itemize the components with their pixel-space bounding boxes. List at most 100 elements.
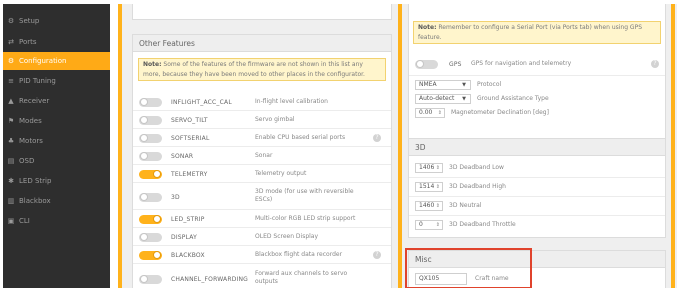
gps-toggle[interactable]	[415, 59, 438, 69]
feature-toggle[interactable]	[139, 250, 162, 260]
note-label: Note:	[418, 24, 437, 31]
feature-toggle[interactable]	[139, 232, 162, 242]
sidebar-item-led-strip[interactable]: ✱ LED Strip	[3, 172, 110, 190]
feature-row-servo-tilt: SERVO_TILT Servo gimbal	[139, 115, 389, 125]
sidebar-item-label: Configuration	[19, 57, 67, 65]
ground-assistance-select[interactable]: Auto-detect ▼	[415, 94, 471, 104]
gps-protocol-label: Protocol	[477, 81, 502, 88]
input-value: 0.00	[419, 109, 433, 116]
feature-row-sonar: SONAR Sonar	[139, 151, 389, 161]
feature-desc: Multi-color RGB LED strip support	[255, 215, 356, 222]
feature-toggle[interactable]	[139, 151, 162, 161]
chevron-down-icon: ▼	[462, 96, 466, 102]
input-value: 1514	[419, 183, 435, 190]
feature-toggle[interactable]	[139, 133, 162, 143]
note-label: Note:	[143, 61, 162, 68]
select-value: NMEA	[419, 81, 437, 88]
terminal-icon: ▣	[7, 217, 15, 225]
neutral-label: 3D Neutral	[449, 202, 482, 209]
neutral-input[interactable]: 1460 ⇕	[415, 201, 443, 211]
feature-name: TELEMETRY	[171, 170, 208, 178]
highlight-box	[405, 248, 532, 288]
feature-toggle[interactable]	[139, 214, 162, 224]
sidebar-item-configuration[interactable]: ⚙ Configuration	[3, 52, 110, 70]
feature-name: LED_STRIP	[171, 215, 205, 223]
feature-toggle[interactable]	[139, 115, 162, 125]
spinner-icon[interactable]: ⇕	[436, 202, 440, 210]
feature-name: SONAR	[171, 152, 194, 160]
previous-panel	[132, 4, 392, 20]
feature-desc: In-flight level calibration	[255, 98, 328, 105]
sidebar-item-motors[interactable]: ♣ Motors	[3, 132, 110, 150]
gps-protocol-select[interactable]: NMEA ▼	[415, 80, 471, 90]
flag-icon: ⚑	[7, 117, 15, 125]
sidebar-item-label: Ports	[19, 38, 37, 46]
help-icon[interactable]: ?	[373, 134, 381, 142]
spinner-icon[interactable]: ⇕	[436, 221, 440, 229]
input-value: 0	[419, 221, 423, 228]
sliders-icon: ≡	[8, 77, 14, 85]
deadband-low-input[interactable]: 1406 ⇕	[415, 163, 443, 173]
mag-declination-input[interactable]: 0.00 ⇕	[415, 108, 445, 118]
feature-desc: Telemetry output	[255, 170, 307, 177]
feature-toggle[interactable]	[139, 169, 162, 179]
sidebar-item-label: PID Tuning	[19, 77, 56, 85]
spinner-icon[interactable]: ⇕	[438, 109, 442, 117]
note-text: Some of the features of the firmware are…	[143, 61, 365, 78]
sidebar-item-pid-tuning[interactable]: ≡ PID Tuning	[3, 72, 110, 90]
feature-desc: Servo gimbal	[255, 116, 295, 123]
frame-border	[118, 4, 122, 288]
deadband-throttle-input[interactable]: 0 ⇕	[415, 220, 443, 230]
feature-desc: Forward aux channels to servo outputs	[255, 270, 348, 285]
sidebar-item-osd[interactable]: ▤ OSD	[3, 152, 110, 170]
antenna-icon: ▲	[8, 97, 14, 105]
deadband-high-input[interactable]: 1514 ⇕	[415, 182, 443, 192]
feature-toggle[interactable]	[139, 274, 162, 284]
deadband-low-label: 3D Deadband Low	[449, 164, 504, 171]
feature-row-blackbox: BLACKBOX Blackbox flight data recorder ?	[139, 250, 389, 260]
deadband-throttle-label: 3D Deadband Throttle	[449, 221, 516, 228]
blackbox-icon: ▥	[7, 197, 15, 205]
configuration-content: Other Features Note: Some of the feature…	[118, 4, 677, 288]
gps-toggle-row: GPS GPS for navigation and telemetry ?	[415, 59, 665, 69]
sidebar-item-cli[interactable]: ▣ CLI	[3, 212, 110, 230]
spinner-icon[interactable]: ⇕	[436, 183, 440, 191]
chevron-down-icon: ▼	[462, 82, 466, 88]
feature-row-channel-forwarding: CHANNEL_FORWARDING Forward aux channels …	[139, 270, 389, 285]
input-value: 1460	[419, 202, 435, 209]
sidebar-item-modes[interactable]: ⚑ Modes	[3, 112, 110, 130]
sidebar-item-setup[interactable]: ⚙ Setup	[3, 12, 110, 30]
features-note: Note: Some of the features of the firmwa…	[138, 58, 386, 81]
sidebar-item-label: Motors	[19, 137, 43, 145]
panel-title: 3D	[409, 139, 665, 156]
sidebar: ⚙ Setup ⇄ Ports ⚙ Configuration ≡ PID Tu…	[3, 4, 110, 288]
sidebar-item-label: Blackbox	[19, 197, 51, 205]
sidebar-item-blackbox[interactable]: ▥ Blackbox	[3, 192, 110, 210]
feature-toggle[interactable]	[139, 192, 162, 202]
feature-name: CHANNEL_FORWARDING	[171, 275, 249, 283]
help-icon[interactable]: ?	[651, 60, 659, 68]
gear-icon: ⚙	[7, 57, 15, 65]
plug-icon: ⇄	[8, 38, 14, 46]
panel-title: Other Features	[133, 35, 391, 52]
feature-row-softserial: SOFTSERIAL Enable CPU based serial ports…	[139, 133, 389, 143]
ground-assistance-label: Ground Assistance Type	[477, 95, 549, 102]
wrench-icon: ⚙	[7, 17, 15, 25]
feature-name: BLACKBOX	[171, 251, 205, 259]
feature-row-display: DISPLAY OLED Screen Display	[139, 232, 389, 242]
feature-desc: Blackbox flight data recorder	[255, 251, 343, 258]
display-icon: ▤	[7, 157, 15, 165]
sidebar-item-receiver[interactable]: ▲ Receiver	[3, 92, 110, 110]
spinner-icon[interactable]: ⇕	[436, 164, 440, 172]
deadband-high-label: 3D Deadband High	[449, 183, 506, 190]
select-value: Auto-detect	[419, 95, 455, 102]
feature-row-3d: 3D 3D mode (for use with reversible ESCs…	[139, 188, 389, 203]
feature-desc: 3D mode (for use with reversible ESCs)	[255, 188, 354, 203]
note-text: Remember to configure a Serial Port (via…	[418, 24, 643, 41]
other-features-panel: Other Features Note: Some of the feature…	[132, 34, 392, 288]
gps-panel: Note: Remember to configure a Serial Por…	[408, 4, 666, 148]
feature-toggle[interactable]	[139, 97, 162, 107]
sidebar-item-label: OSD	[19, 157, 35, 165]
help-icon[interactable]: ?	[373, 251, 381, 259]
sidebar-item-ports[interactable]: ⇄ Ports	[3, 33, 110, 51]
